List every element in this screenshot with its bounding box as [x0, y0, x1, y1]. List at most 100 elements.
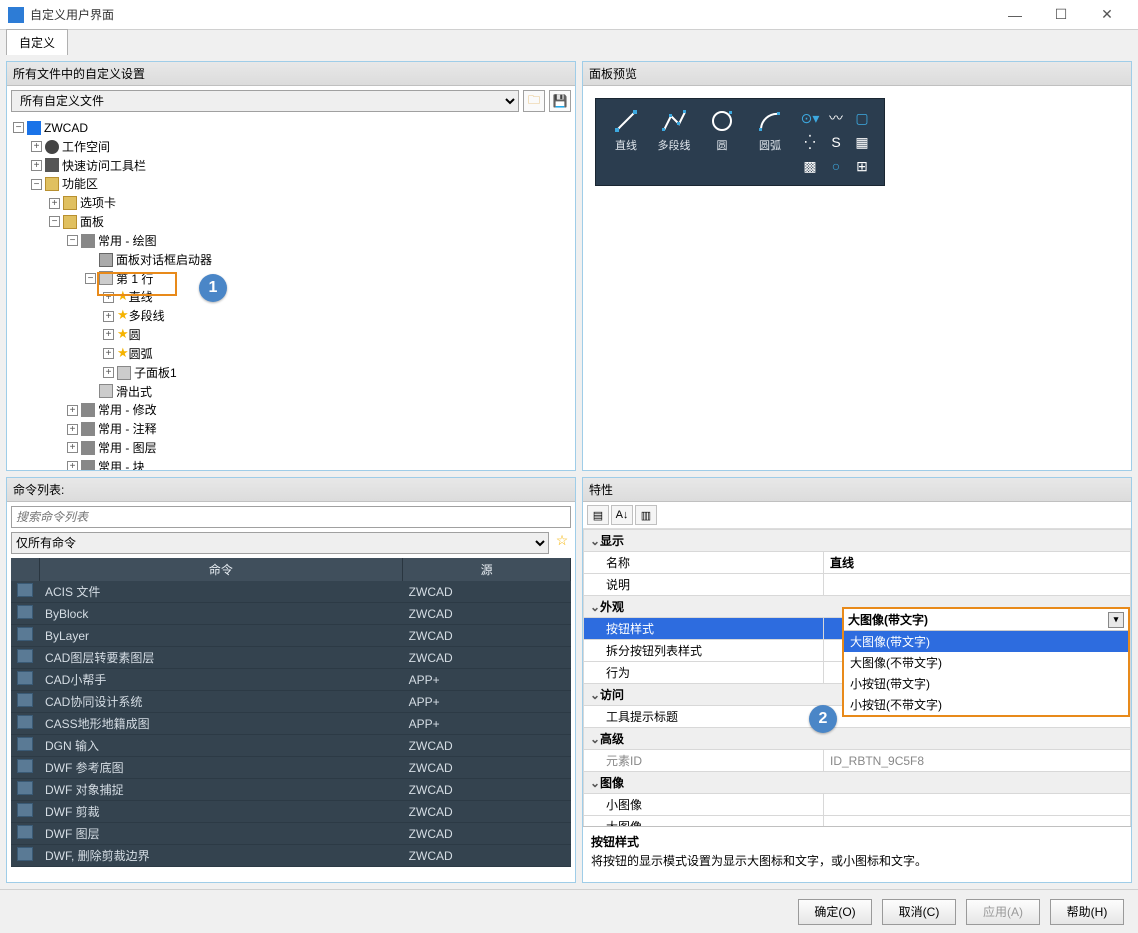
search-command-input[interactable] [11, 506, 571, 528]
expander-icon[interactable]: + [31, 141, 42, 152]
page-button[interactable]: ▥ [635, 505, 657, 525]
ribbon-small-btn[interactable]: 〰 [824, 107, 848, 129]
ribbon-small-btn[interactable]: ▩ [798, 155, 822, 177]
tree-node-subpanel[interactable]: 子面板1 [134, 366, 177, 380]
maximize-button[interactable]: ☐ [1038, 0, 1084, 30]
prop-cat-adv[interactable]: 高级 [600, 732, 624, 746]
expander-icon[interactable]: − [67, 235, 78, 246]
tree-node-panel-annot[interactable]: 常用 - 注释 [98, 422, 157, 436]
help-button[interactable]: 帮助(H) [1050, 899, 1124, 925]
expander-icon[interactable]: + [67, 424, 78, 435]
command-row[interactable]: CASS地形地籍成图APP+ [11, 713, 571, 735]
expander-icon[interactable]: + [67, 461, 78, 470]
command-row[interactable]: DWF 参考底图ZWCAD [11, 757, 571, 779]
command-row[interactable]: DWF, 删除剪裁边界ZWCAD [11, 845, 571, 867]
command-row[interactable]: DWF 剪裁ZWCAD [11, 801, 571, 823]
tree-node-panel-layer[interactable]: 常用 - 图层 [98, 441, 157, 455]
categorize-button[interactable]: ▤ [587, 505, 609, 525]
tree-node-panel-modify[interactable]: 常用 - 修改 [98, 403, 157, 417]
tree-node-root[interactable]: ZWCAD [44, 121, 88, 135]
customization-tree[interactable]: −ZWCAD +工作空间 +快速访问工具栏 −功能区 +选项卡 −面板 −常用 … [11, 118, 571, 470]
prop-val-name[interactable]: 直线 [824, 552, 1131, 574]
expander-icon[interactable]: + [31, 160, 42, 171]
command-row[interactable]: DWF 对象捕捉ZWCAD [11, 779, 571, 801]
apply-button[interactable]: 应用(A) [966, 899, 1040, 925]
tree-node-panel-draw[interactable]: 常用 - 绘图 [98, 234, 157, 248]
command-row[interactable]: CAD图层转要素图层ZWCAD [11, 647, 571, 669]
ribbon-btn-arc[interactable]: 圆弧 [748, 105, 792, 179]
tree-node-panel-block[interactable]: 常用 - 块 [98, 460, 145, 470]
ribbon-small-btn[interactable]: ⊙▾ [798, 107, 822, 129]
tree-node-panels[interactable]: 面板 [80, 215, 104, 229]
prop-cat-display[interactable]: 显示 [600, 534, 624, 548]
ribbon-small-btn[interactable]: ▦ [850, 131, 874, 153]
command-row[interactable]: ByBlockZWCAD [11, 603, 571, 625]
open-folder-button[interactable]: 🗀 [523, 90, 545, 112]
command-row[interactable]: CAD小帮手APP+ [11, 669, 571, 691]
command-row[interactable]: ByLayerZWCAD [11, 625, 571, 647]
dropdown-option[interactable]: 小按钮(带文字) [844, 673, 1128, 694]
col-source[interactable]: 源 [403, 558, 571, 581]
dropdown-toggle-button[interactable]: ▾ [1108, 612, 1124, 628]
expander-icon[interactable]: + [49, 198, 60, 209]
expander-icon[interactable]: + [103, 367, 114, 378]
tree-node-slideout[interactable]: 滑出式 [116, 384, 152, 398]
cui-file-select[interactable]: 所有自定义文件 [11, 90, 519, 112]
prop-cat-image[interactable]: 图像 [600, 776, 624, 790]
tree-node-tabs[interactable]: 选项卡 [80, 196, 116, 210]
expander-icon[interactable]: + [67, 405, 78, 416]
expander-icon[interactable]: − [49, 216, 60, 227]
ribbon-small-btn[interactable]: ⊞ [850, 155, 874, 177]
tree-node-workspace[interactable]: 工作空间 [62, 140, 110, 154]
expander-icon[interactable]: + [103, 348, 114, 359]
ribbon-btn-line[interactable]: 直线 [604, 105, 648, 179]
command-filter-select[interactable]: 仅所有命令 [11, 532, 549, 554]
dropdown-option[interactable]: 大图像(不带文字) [844, 652, 1128, 673]
tree-node-pline[interactable]: 多段线 [129, 309, 165, 323]
sort-az-button[interactable]: A↓ [611, 505, 633, 525]
tree-node-circle[interactable]: 圆 [129, 328, 141, 342]
ribbon-small-btn[interactable]: ▢ [850, 107, 874, 129]
save-button[interactable]: 💾 [549, 90, 571, 112]
prop-cat-access[interactable]: 访问 [600, 688, 624, 702]
save-icon: 💾 [553, 94, 568, 108]
button-style-dropdown[interactable]: 大图像(带文字)▾ 大图像(带文字) 大图像(不带文字) 小按钮(带文字) 小按… [842, 607, 1130, 717]
ribbon-small-btn[interactable]: ○ [824, 155, 848, 177]
cancel-button[interactable]: 取消(C) [882, 899, 956, 925]
close-button[interactable]: ✕ [1084, 0, 1130, 30]
expander-icon[interactable]: − [85, 273, 96, 284]
minimize-button[interactable]: — [992, 0, 1038, 30]
prop-val-desc[interactable] [824, 574, 1131, 596]
dropdown-option[interactable]: 大图像(带文字) [844, 631, 1128, 652]
dropdown-option[interactable]: 小按钮(不带文字) [844, 694, 1128, 715]
tree-node-arc[interactable]: 圆弧 [129, 347, 153, 361]
command-icon [17, 693, 33, 707]
dialog-launcher-icon [99, 253, 113, 267]
ribbon-btn-circle[interactable]: 圆 [700, 105, 744, 179]
command-row[interactable]: ACIS 文件ZWCAD [11, 581, 571, 603]
command-row[interactable]: DGN 输入ZWCAD [11, 735, 571, 757]
tree-node-qat[interactable]: 快速访问工具栏 [62, 158, 146, 172]
tree-node-ribbon[interactable]: 功能区 [62, 177, 98, 191]
command-name: CAD小帮手 [39, 669, 403, 691]
ribbon-btn-pline[interactable]: 多段线 [652, 105, 696, 179]
prop-val-simg[interactable] [824, 794, 1131, 816]
tab-customize[interactable]: 自定义 [6, 29, 68, 55]
ribbon-small-btn[interactable]: S [824, 131, 848, 153]
expander-icon[interactable]: + [103, 311, 114, 322]
prop-val-limg[interactable] [824, 816, 1131, 827]
expander-icon[interactable]: − [31, 179, 42, 190]
ribbon-small-btn[interactable]: ⁛ [798, 131, 822, 153]
col-command[interactable]: 命令 [39, 558, 403, 581]
command-table[interactable]: 命令源 ACIS 文件ZWCADByBlockZWCADByLayerZWCAD… [11, 558, 571, 867]
expander-icon[interactable]: − [13, 122, 24, 133]
expander-icon[interactable]: + [103, 329, 114, 340]
expander-icon[interactable]: + [67, 442, 78, 453]
command-row[interactable]: CAD协同设计系统APP+ [11, 691, 571, 713]
tree-node-dlg-launcher[interactable]: 面板对话框启动器 [116, 253, 212, 267]
command-source: ZWCAD [403, 823, 571, 845]
favorite-star-icon[interactable]: ☆ [553, 532, 571, 554]
prop-cat-appear[interactable]: 外观 [600, 600, 624, 614]
command-row[interactable]: DWF 图层ZWCAD [11, 823, 571, 845]
ok-button[interactable]: 确定(O) [798, 899, 872, 925]
